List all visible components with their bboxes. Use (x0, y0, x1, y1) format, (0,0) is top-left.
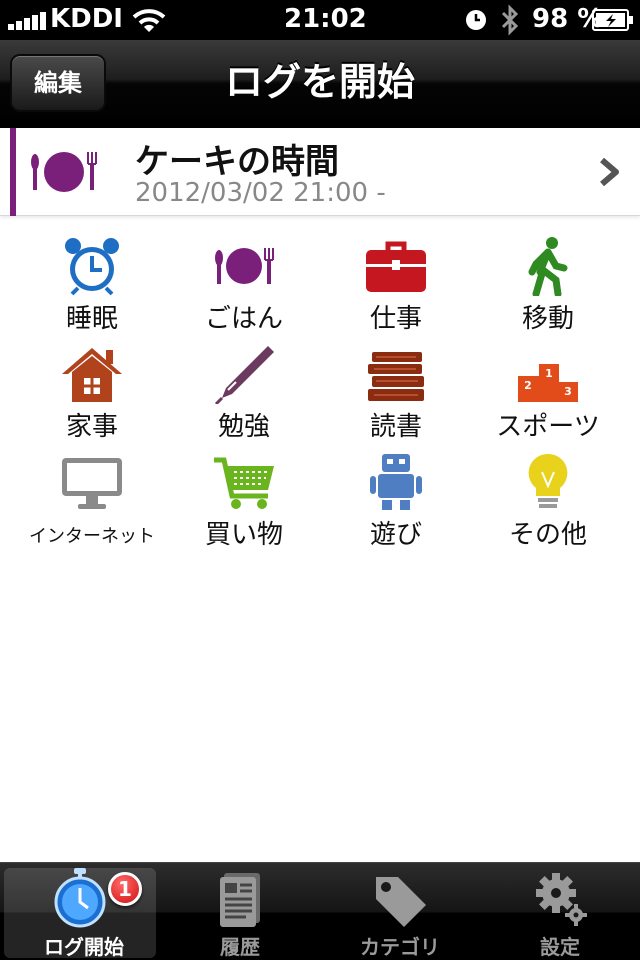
category-travel[interactable]: 移動 (472, 230, 624, 338)
current-log-row[interactable]: ケーキの時間 2012/03/02 21:00 - (0, 128, 640, 216)
briefcase-icon (366, 241, 426, 292)
podium-icon: 1 2 3 (518, 364, 578, 402)
tab-history[interactable]: 履歴 (160, 863, 320, 960)
computer-icon (62, 458, 122, 509)
category-sports[interactable]: 1 2 3 スポーツ (472, 338, 624, 446)
gear-icon (536, 873, 587, 926)
category-meal[interactable]: ごはん (168, 230, 320, 338)
category-internet[interactable]: インターネット (16, 446, 168, 554)
category-label: 勉強 (217, 412, 270, 442)
tab-log-start[interactable]: 1 ログ開始 (4, 868, 156, 959)
category-label: インターネット (29, 526, 155, 547)
category-label: 買い物 (204, 520, 283, 550)
tab-label: 設定 (540, 935, 580, 959)
category-study[interactable]: 勉強 (168, 338, 320, 446)
lightbulb-icon (528, 453, 568, 508)
category-label: 睡眠 (65, 304, 118, 334)
clock: 21:02 (284, 4, 367, 34)
tag-icon (376, 877, 426, 927)
status-bar: KDDI 21:02 98 % (0, 0, 640, 40)
chevron-right-icon (600, 157, 619, 187)
category-label: その他 (508, 520, 587, 550)
meal-icon (31, 152, 97, 192)
category-label: 読書 (369, 412, 422, 442)
wifi-icon (132, 9, 166, 32)
category-play[interactable]: 遊び (320, 446, 472, 554)
category-other[interactable]: その他 (472, 446, 624, 554)
tab-label: ログ開始 (44, 935, 124, 959)
bluetooth-icon (501, 4, 519, 36)
svg-text:2: 2 (524, 379, 532, 392)
tab-label: カテゴリ (360, 935, 440, 959)
tab-label: 履歴 (220, 935, 260, 959)
tab-settings[interactable]: 設定 (480, 863, 640, 960)
notification-badge: 1 (108, 872, 142, 906)
category-work[interactable]: 仕事 (320, 230, 472, 338)
walking-person-icon (528, 237, 568, 296)
category-label: 仕事 (369, 304, 422, 334)
svg-text:1: 1 (545, 367, 553, 380)
category-label: 家事 (65, 412, 118, 442)
edit-button[interactable]: 編集 (10, 54, 106, 112)
current-log-time: 2012/03/02 21:00 - (135, 178, 386, 208)
tab-category[interactable]: カテゴリ (320, 863, 480, 960)
carrier-name: KDDI (50, 4, 123, 34)
stopwatch-icon (54, 868, 106, 928)
category-shopping[interactable]: 買い物 (168, 446, 320, 554)
category-label: ごはん (204, 304, 283, 334)
meal-icon (215, 248, 274, 284)
shopping-cart-icon (214, 457, 274, 509)
current-log-title: ケーキの時間 (135, 142, 339, 182)
navigation-bar: ログを開始 編集 (0, 40, 640, 128)
tab-bar: 1 ログ開始 履歴 カテゴリ 設定 (0, 862, 640, 960)
category-label: 遊び (369, 520, 422, 550)
house-icon (62, 348, 122, 402)
alarm-status-icon (466, 10, 486, 30)
category-label: スポーツ (496, 412, 600, 442)
category-label: 移動 (521, 304, 574, 334)
books-icon (368, 352, 424, 401)
battery-icon (592, 9, 633, 31)
category-sleep[interactable]: 睡眠 (16, 230, 168, 338)
category-housework[interactable]: 家事 (16, 338, 168, 446)
pen-icon (214, 346, 274, 404)
svg-text:3: 3 (564, 385, 572, 398)
category-reading[interactable]: 読書 (320, 338, 472, 446)
robot-icon (370, 454, 422, 510)
alarm-clock-icon (65, 238, 119, 296)
category-color-bar (10, 128, 16, 216)
document-icon (220, 873, 260, 927)
